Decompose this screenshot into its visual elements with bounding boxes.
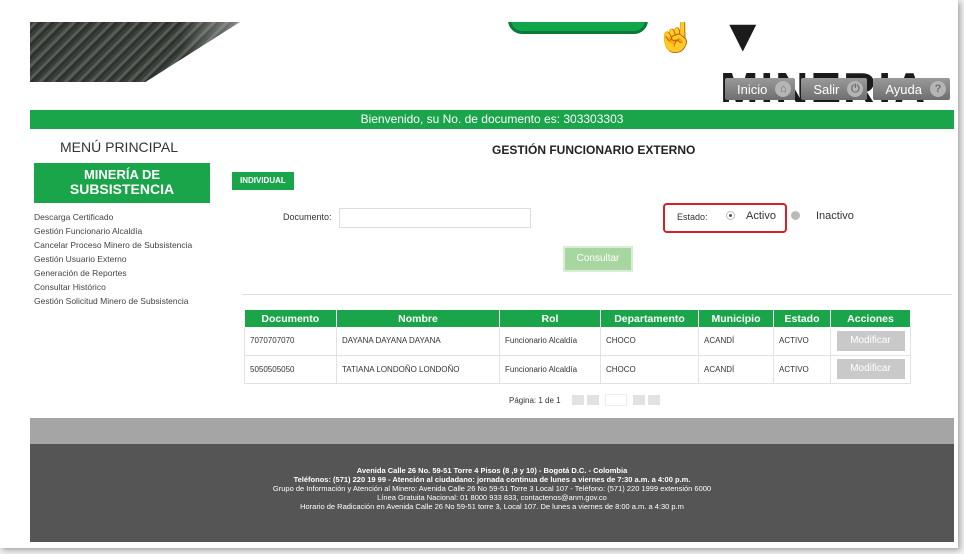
pager: Página: 1 de 1 xyxy=(509,394,660,406)
cell-departamento: CHOCO xyxy=(600,327,699,356)
modificar-button[interactable]: Modificar xyxy=(836,359,905,379)
estado-activo-radio[interactable] xyxy=(726,211,735,220)
sidebar-item-gestion-solicitud[interactable]: Gestión Solicitud Minero de Subsistencia xyxy=(34,294,192,308)
footer-address: Avenida Calle 26 No. 59-51 Torre 4 Pisos… xyxy=(356,466,628,475)
cell-rol: Funcionario Alcaldía xyxy=(499,355,601,384)
cell-estado: ACTIVO xyxy=(773,355,831,384)
col-documento[interactable]: Documento xyxy=(244,310,337,327)
estado-activo-label[interactable]: Activo xyxy=(746,210,776,222)
sidebar-item-gestion-usuario-externo[interactable]: Gestión Usuario Externo xyxy=(34,252,192,266)
cell-acciones: Modificar xyxy=(830,327,911,356)
page-number-input[interactable] xyxy=(604,394,627,406)
col-acciones: Acciones xyxy=(830,310,911,327)
help-icon: ? xyxy=(930,81,946,97)
salir-label: Salir xyxy=(813,81,840,97)
sidebar-item-cancelar-proceso[interactable]: Cancelar Proceso Minero de Subsistencia xyxy=(34,238,192,252)
documento-input[interactable] xyxy=(339,208,531,228)
sidebar-item-descarga-certificado[interactable]: Descarga Certificado xyxy=(34,210,192,224)
table-row: 7070707070 DAYANA DAYANA DAYANA Funciona… xyxy=(244,327,911,356)
page-title: GESTIÓN FUNCIONARIO EXTERNO xyxy=(492,143,696,157)
documento-label: Documento: xyxy=(283,212,332,222)
home-icon: ⌂ xyxy=(775,81,792,97)
footer-top-bar xyxy=(30,418,954,444)
divider xyxy=(242,294,952,295)
estado-inactivo-radio[interactable] xyxy=(791,211,800,220)
inicio-label: Inicio xyxy=(736,81,768,97)
cell-estado: ACTIVO xyxy=(773,327,831,356)
salir-button[interactable]: Salir ⏻ xyxy=(801,78,868,100)
pager-label: Página: 1 de 1 xyxy=(509,395,561,405)
footer-info-group: Grupo de Información y Atención al Miner… xyxy=(272,484,712,493)
last-page-icon[interactable] xyxy=(647,395,660,405)
footer-phones: Teléfonos: (571) 220 19 99 - Atención al… xyxy=(293,475,691,484)
sidebar-item-gestion-funcionario[interactable]: Gestión Funcionario Alcaldía xyxy=(34,224,192,238)
footer: Avenida Calle 26 No. 59-51 Torre 4 Pisos… xyxy=(30,444,954,542)
col-departamento[interactable]: Departamento xyxy=(600,310,699,327)
cell-rol: Funcionario Alcaldía xyxy=(499,327,601,356)
sidebar-item-generacion-reportes[interactable]: Generación de Reportes xyxy=(34,266,192,280)
ayuda-button[interactable]: Ayuda ? xyxy=(873,78,950,100)
footer-hotline: Línea Gratuita Nacional: 01 8000 933 833… xyxy=(377,493,607,502)
estado-label: Estado: xyxy=(677,212,708,222)
cell-nombre: TATIANA LONDOÑO LONDOÑO xyxy=(336,355,500,384)
banner-logo-pill xyxy=(508,22,648,34)
inicio-button[interactable]: Inicio ⌂ xyxy=(724,78,796,100)
consultar-button[interactable]: Consultar xyxy=(563,246,633,272)
col-estado[interactable]: Estado xyxy=(773,310,831,327)
results-table: Documento Nombre Rol Departamento Munici… xyxy=(244,310,911,384)
menu-section-line1: MINERÍA DE xyxy=(83,167,161,182)
cell-nombre: DAYANA DAYANA DAYANA xyxy=(336,327,500,356)
prev-page-icon[interactable] xyxy=(586,395,599,405)
top-navigation: Inicio ⌂ Salir ⏻ Ayuda ? xyxy=(724,78,950,100)
cell-documento: 7070707070 xyxy=(244,327,337,356)
footer-hours: Horario de Radicación en Avenida Calle 2… xyxy=(300,502,684,511)
col-municipio[interactable]: Municipio xyxy=(698,310,774,327)
cell-documento: 5050505050 xyxy=(244,355,337,384)
sidebar-menu: Descarga Certificado Gestión Funcionario… xyxy=(34,210,192,308)
table-header-row: Documento Nombre Rol Departamento Munici… xyxy=(244,310,911,327)
menu-title: MENÚ PRINCIPAL xyxy=(60,139,178,155)
menu-section-header: MINERÍA DE SUBSISTENCIA xyxy=(34,163,210,203)
tab-individual[interactable]: INDIVIDUAL xyxy=(232,172,294,190)
col-nombre[interactable]: Nombre xyxy=(336,310,500,327)
table-row: 5050505050 TATIANA LONDOÑO LONDOÑO Funci… xyxy=(244,355,911,384)
col-rol[interactable]: Rol xyxy=(499,310,601,327)
next-page-icon[interactable] xyxy=(632,395,645,405)
power-icon: ⏻ xyxy=(847,81,864,97)
sidebar-item-consultar-historico[interactable]: Consultar Histórico xyxy=(34,280,192,294)
estado-inactivo-label[interactable]: Inactivo xyxy=(816,210,854,222)
ayuda-label: Ayuda xyxy=(885,81,922,97)
cell-acciones: Modificar xyxy=(830,355,911,384)
welcome-bar: Bienvenido, su No. de documento es: 3033… xyxy=(30,110,954,129)
cell-municipio: ACANDÍ xyxy=(698,327,774,356)
menu-section-line2: SUBSISTENCIA xyxy=(69,181,175,197)
pointer-hand-icon: ☝ xyxy=(655,22,698,54)
modificar-button[interactable]: Modificar xyxy=(836,330,905,351)
first-page-icon[interactable] xyxy=(571,395,584,405)
cell-departamento: CHOCO xyxy=(600,355,699,384)
app-window: ☝ ▼ MINERIA Inicio ⌂ Salir ⏻ Ayuda ? Bie… xyxy=(0,0,958,548)
cell-municipio: ACANDÍ xyxy=(698,355,774,384)
